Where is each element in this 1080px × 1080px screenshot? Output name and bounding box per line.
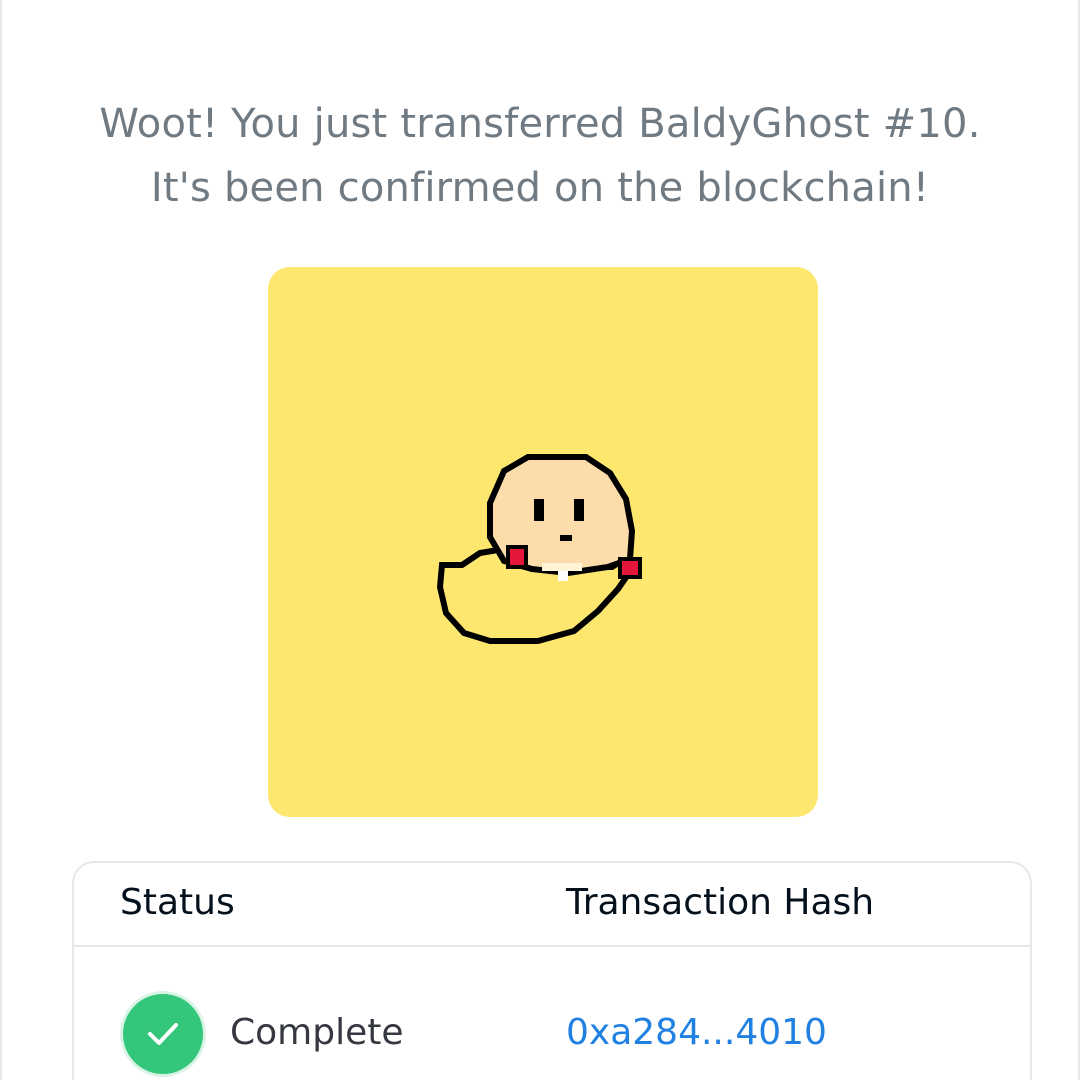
success-message-line-2: It's been confirmed on the blockchain! xyxy=(150,165,930,211)
transfer-success-page: Woot! You just transferred BaldyGhost #1… xyxy=(0,0,1080,1080)
transaction-row: Complete 0xa284...4010 xyxy=(74,947,1030,1080)
transaction-table: Status Transaction Hash Complete 0xa284.… xyxy=(72,861,1032,1080)
transaction-table-header: Status Transaction Hash xyxy=(74,863,1030,947)
success-message-line-1: Woot! You just transferred BaldyGhost #1… xyxy=(99,101,981,147)
hash-column-header: Transaction Hash xyxy=(566,882,875,923)
baldy-ghost-artwork xyxy=(268,267,818,817)
success-message: Woot! You just transferred BaldyGhost #1… xyxy=(2,92,1078,220)
status-value: Complete xyxy=(230,1012,404,1053)
status-column-header: Status xyxy=(120,882,235,923)
check-icon xyxy=(120,991,206,1077)
transaction-hash-link[interactable]: 0xa284...4010 xyxy=(566,1011,827,1055)
nft-image xyxy=(268,267,818,817)
